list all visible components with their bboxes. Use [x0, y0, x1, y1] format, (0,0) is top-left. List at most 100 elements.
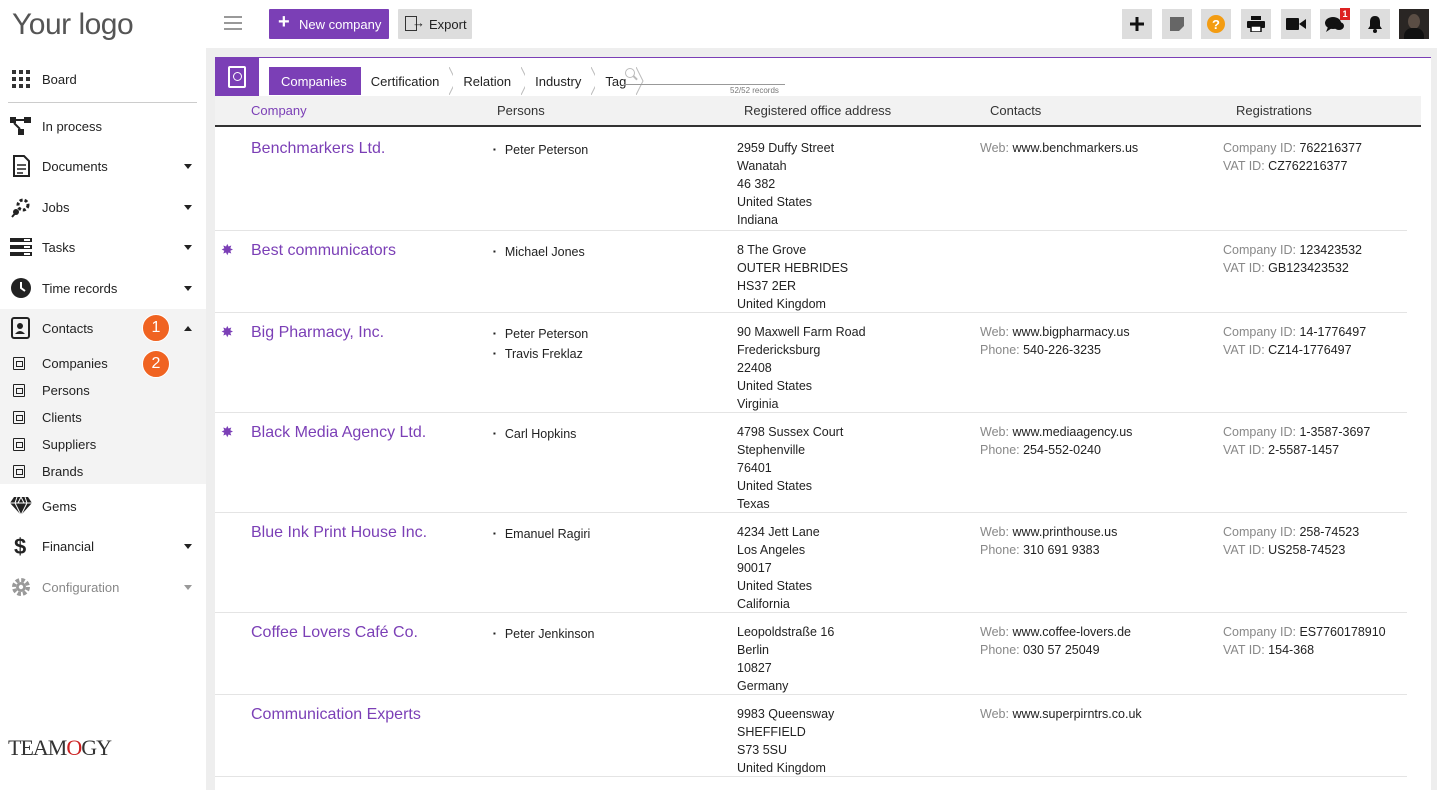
- chevron-down-icon[interactable]: [184, 244, 192, 250]
- company-name-link[interactable]: Coffee Lovers Café Co.: [251, 624, 418, 642]
- table-row[interactable]: Communication Experts 9983 Queensway SHEFF…: [215, 695, 1407, 777]
- phone-value[interactable]: 030 57 25049: [1023, 643, 1099, 657]
- web-value[interactable]: www.bigpharmacy.us: [1012, 325, 1129, 339]
- vat-id-value: GB123423532: [1268, 261, 1349, 275]
- company-name-link[interactable]: Communication Experts: [251, 706, 421, 724]
- tab-tag[interactable]: Tag: [595, 67, 649, 95]
- sidebar-item-configuration[interactable]: Configuration: [0, 567, 206, 607]
- chevron-down-icon[interactable]: [184, 285, 192, 291]
- help-button[interactable]: ?: [1201, 9, 1231, 39]
- sidebar-item-board[interactable]: Board: [0, 59, 206, 99]
- sidebar-subitem-brands[interactable]: Brands: [0, 458, 206, 485]
- address-line: Indiana: [737, 213, 779, 227]
- sidebar-subitem-clients[interactable]: Clients: [0, 404, 206, 431]
- web-contact[interactable]: Web: www.coffee-lovers.de: [980, 623, 1131, 641]
- chat-button[interactable]: 1: [1320, 8, 1350, 39]
- column-header-registrations[interactable]: Registrations: [1236, 103, 1312, 118]
- web-contact[interactable]: Web: www.benchmarkers.us: [980, 139, 1138, 157]
- tab-relation[interactable]: Relation: [453, 67, 529, 95]
- column-header-persons[interactable]: Persons: [497, 103, 545, 118]
- app-logo[interactable]: Your logo: [12, 8, 134, 42]
- sidebar-subitem-suppliers[interactable]: Suppliers: [0, 431, 206, 458]
- company-name-link[interactable]: Big Pharmacy, Inc.: [251, 324, 384, 342]
- menu-icon[interactable]: [224, 16, 242, 30]
- sidebar-item-jobs[interactable]: Jobs: [0, 187, 206, 227]
- person-item[interactable]: Carl Hopkins: [493, 425, 577, 445]
- tab-companies[interactable]: Companies: [269, 67, 367, 95]
- sidebar-item-time-records[interactable]: Time records: [0, 268, 206, 308]
- web-value[interactable]: www.printhouse.us: [1012, 525, 1117, 539]
- search-input[interactable]: [624, 84, 785, 85]
- address-line: Germany: [737, 679, 789, 693]
- sidebar-subitem-persons[interactable]: Persons: [0, 377, 206, 404]
- phone-contact[interactable]: Phone: 540-226-3235: [980, 341, 1130, 359]
- sidebar-item-contacts[interactable]: Contacts: [0, 308, 206, 348]
- company-name-link[interactable]: Best communicators: [251, 242, 396, 260]
- notifications-button[interactable]: [1360, 9, 1390, 39]
- table-row[interactable]: Blue Ink Print House Inc. Emanuel Ragiri 4…: [215, 513, 1407, 613]
- column-header-company[interactable]: Company: [251, 103, 307, 118]
- web-contact[interactable]: Web: www.bigpharmacy.us: [980, 323, 1130, 341]
- export-button[interactable]: Export: [398, 9, 472, 39]
- sidebar-item-financial[interactable]: $ Financial: [0, 526, 206, 566]
- web-value[interactable]: www.benchmarkers.us: [1012, 141, 1138, 155]
- chevron-down-icon[interactable]: [184, 163, 192, 169]
- contacts-icon: [9, 316, 33, 340]
- person-item[interactable]: Michael Jones: [493, 243, 585, 263]
- address-line: 46 382: [737, 177, 776, 191]
- sidebar-item-in-process[interactable]: In process: [0, 106, 206, 146]
- table-row[interactable]: ✸ Best communicators Michael Jones 8 The Gr…: [215, 231, 1407, 313]
- video-button[interactable]: [1281, 9, 1311, 39]
- chevron-down-icon[interactable]: [184, 204, 192, 210]
- search-icon[interactable]: [625, 68, 635, 78]
- table-row[interactable]: Benchmarkers Ltd. Peter Peterson 2959 Duff…: [215, 129, 1407, 231]
- tab-certification[interactable]: Certification: [360, 67, 457, 95]
- add-button[interactable]: [1122, 9, 1152, 39]
- phone-value[interactable]: 310 691 9383: [1023, 543, 1099, 557]
- phone-contact[interactable]: Phone: 030 57 25049: [980, 641, 1131, 659]
- registrations-block: Company ID: 14-1776497 VAT ID: CZ14-17764…: [1223, 323, 1366, 359]
- person-item[interactable]: Emanuel Ragiri: [493, 525, 590, 545]
- web-contact[interactable]: Web: www.printhouse.us: [980, 523, 1117, 541]
- table-row[interactable]: ✸ Black Media Agency Ltd. Carl Hopkins 4798…: [215, 413, 1407, 513]
- phone-value[interactable]: 254-552-0240: [1023, 443, 1101, 457]
- company-name-link[interactable]: Benchmarkers Ltd.: [251, 140, 385, 158]
- person-item[interactable]: Peter Peterson: [493, 141, 588, 161]
- web-value[interactable]: www.coffee-lovers.de: [1012, 625, 1131, 639]
- chevron-up-icon[interactable]: [184, 325, 192, 331]
- avatar[interactable]: [1399, 9, 1429, 39]
- address-block: 9983 Queensway SHEFFIELD S73 5SU United Kin…: [737, 705, 834, 777]
- badge-icon: ✸: [221, 424, 234, 441]
- vat-id-label: VAT ID:: [1223, 343, 1265, 357]
- table-row[interactable]: Coffee Lovers Café Co. Peter Jenkinson Leo…: [215, 613, 1407, 695]
- web-contact[interactable]: Web: www.superpirntrs.co.uk: [980, 705, 1142, 723]
- phone-value[interactable]: 540-226-3235: [1023, 343, 1101, 357]
- sidebar-subitem-companies[interactable]: Companies: [0, 350, 206, 377]
- sidebar-item-tasks[interactable]: Tasks: [0, 227, 206, 267]
- person-item[interactable]: Peter Jenkinson: [493, 625, 595, 645]
- column-header-address[interactable]: Registered office address: [744, 103, 891, 118]
- table-row[interactable]: ✸ Big Pharmacy, Inc. Peter PetersonTravis …: [215, 313, 1407, 413]
- company-name-link[interactable]: Blue Ink Print House Inc.: [251, 524, 427, 542]
- company-id: Company ID: 762216377: [1223, 139, 1362, 157]
- person-item[interactable]: Travis Freklaz: [493, 345, 588, 365]
- column-header-contacts[interactable]: Contacts: [990, 103, 1041, 118]
- sidebar-item-documents[interactable]: Documents: [0, 146, 206, 186]
- new-company-button[interactable]: + New company: [269, 9, 389, 39]
- phone-contact[interactable]: Phone: 254-552-0240: [980, 441, 1132, 459]
- chevron-down-icon[interactable]: [184, 543, 192, 549]
- web-contact[interactable]: Web: www.mediaagency.us: [980, 423, 1132, 441]
- web-value[interactable]: www.mediaagency.us: [1012, 425, 1132, 439]
- sidebar-item-gems[interactable]: Gems: [0, 486, 206, 526]
- chevron-down-icon[interactable]: [184, 584, 192, 590]
- web-value[interactable]: www.superpirntrs.co.uk: [1012, 707, 1141, 721]
- annotation-badge: 1: [142, 314, 170, 342]
- tab-industry[interactable]: Industry: [525, 67, 599, 95]
- phone-contact[interactable]: Phone: 310 691 9383: [980, 541, 1117, 559]
- company-name-link[interactable]: Black Media Agency Ltd.: [251, 424, 426, 442]
- person-item[interactable]: Peter Peterson: [493, 325, 588, 345]
- print-button[interactable]: [1241, 9, 1271, 39]
- notes-button[interactable]: [1162, 9, 1192, 39]
- registrations-block: Company ID: 1-3587-3697 VAT ID: 2-5587-14…: [1223, 423, 1370, 459]
- vat-id-value: CZ14-1776497: [1268, 343, 1352, 357]
